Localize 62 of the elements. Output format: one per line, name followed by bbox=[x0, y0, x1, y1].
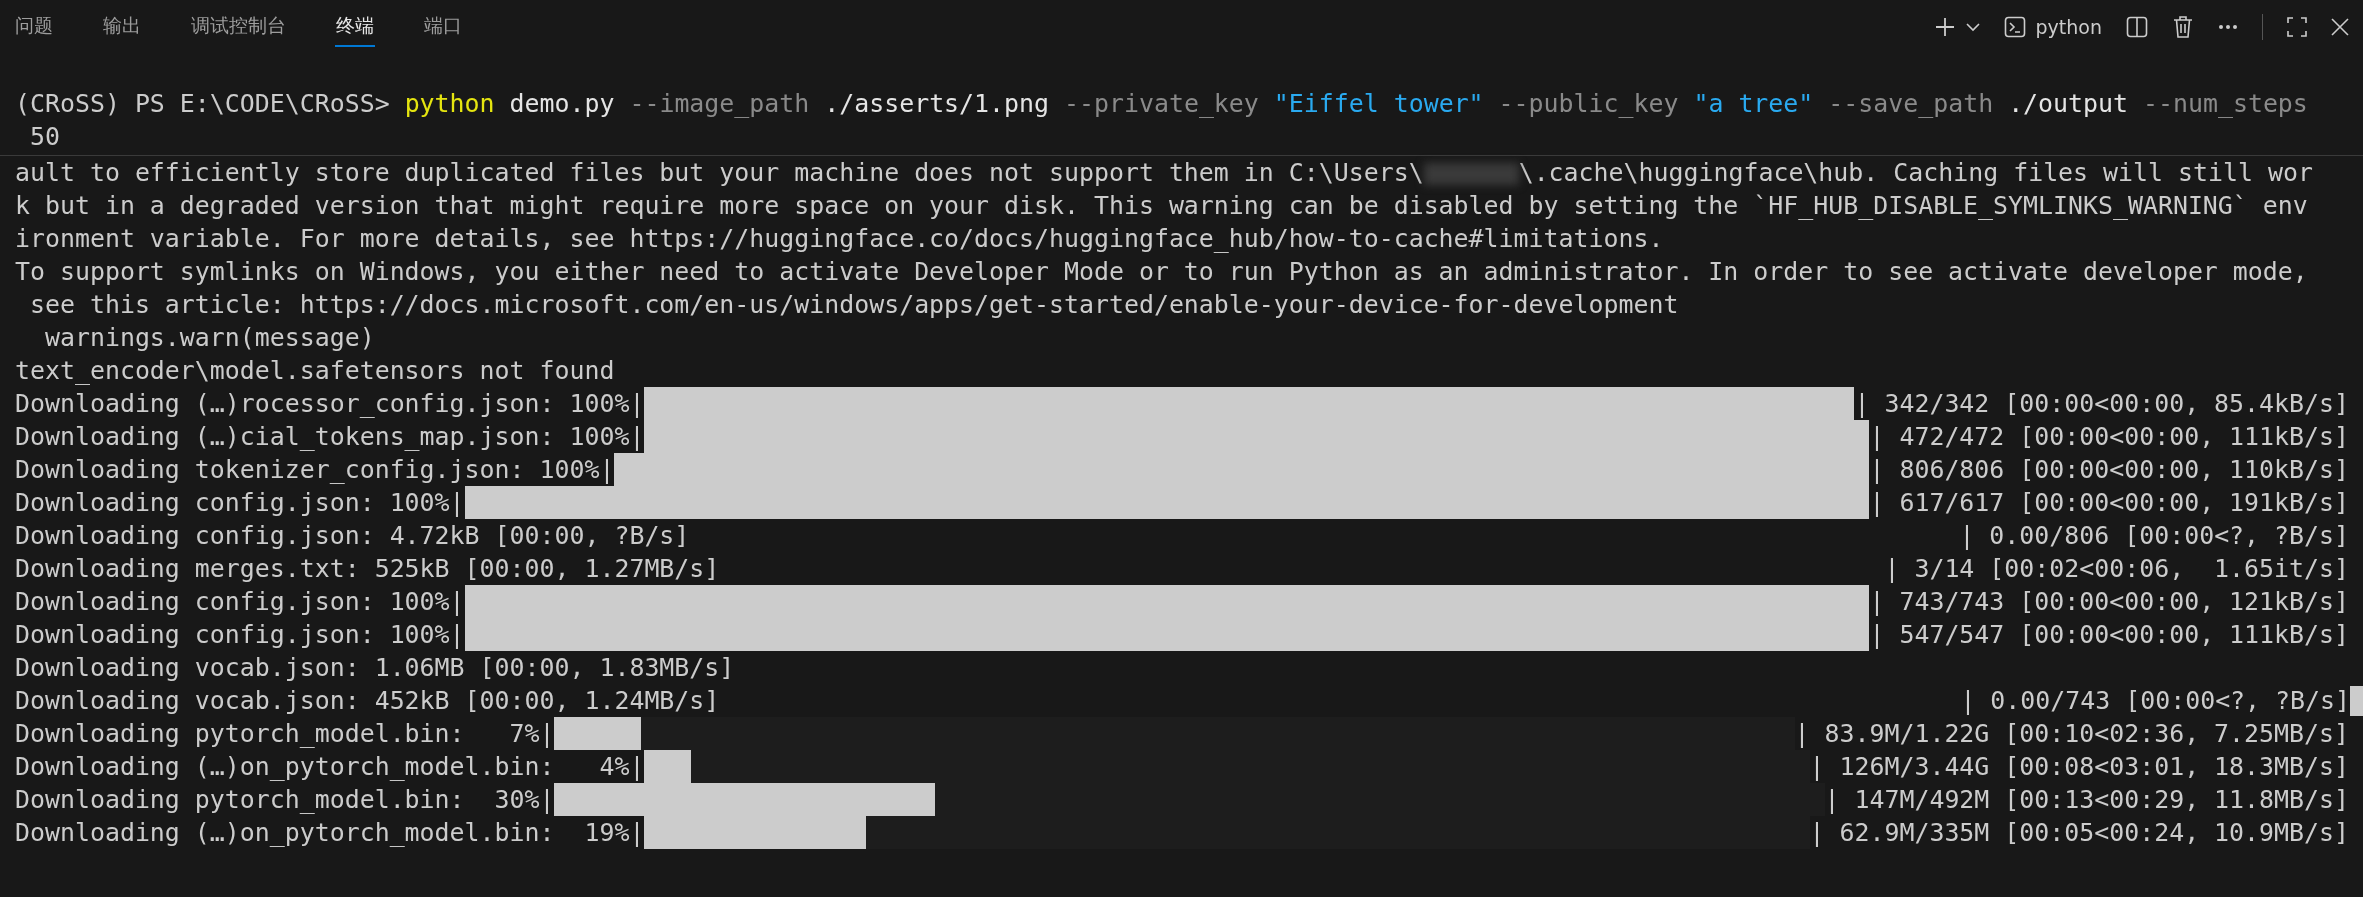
command-token: (CRoSS) PS E:\CODE\CRoSS> bbox=[15, 89, 391, 118]
progress-stats: | 547/547 [00:00<00:00, 111kB/s] bbox=[1869, 619, 2349, 651]
progress-label: Downloading config.json: 4.72kB [00:00, ?B/s] bbox=[15, 520, 690, 552]
progress-label: Downloading vocab.json: 452kB [00:00, 1.24MB/s] bbox=[15, 685, 720, 717]
command-token: python bbox=[404, 89, 495, 118]
progress-stats: | 0.00/806 [00:00<?, ?B/s] bbox=[1959, 520, 2349, 552]
command-token: ./output bbox=[2007, 89, 2129, 118]
panel-tab[interactable]: 终端 bbox=[335, 7, 375, 47]
progress-label: Downloading (…)on_pytorch_model.bin: 19%| bbox=[15, 817, 645, 849]
progress-stats: | 147M/492M [00:13<00:29, 11.8MB/s] bbox=[1824, 784, 2349, 816]
progress-label: Downloading pytorch_model.bin: 7%| bbox=[15, 718, 555, 750]
progress-label: Downloading (…)rocessor_config.json: 100%| bbox=[15, 388, 645, 420]
panel-tab[interactable]: 调试控制台 bbox=[190, 7, 287, 47]
command-token: "a tree" bbox=[1692, 89, 1815, 118]
progress-label: Downloading config.json: 100%| bbox=[15, 619, 465, 651]
close-icon[interactable] bbox=[2331, 18, 2349, 36]
progress-stats: | 342/342 [00:00<00:00, 85.4kB/s] bbox=[1854, 388, 2349, 420]
terminal-line: To support symlinks on Windows, you either need to activate Developer Mode or to run Python as an administrator. In order to see activate developer mode, bbox=[15, 256, 2309, 288]
command-token: --public_key bbox=[1498, 89, 1679, 118]
terminal-line: 50 bbox=[29, 121, 61, 153]
trash-icon[interactable] bbox=[2172, 15, 2194, 39]
progress-stats: | 3/14 [00:02<00:06, 1.65it/s] bbox=[1884, 553, 2349, 585]
command-token: demo.py bbox=[508, 89, 616, 118]
progress-label: Downloading tokenizer_config.json: 100%| bbox=[15, 454, 615, 486]
progress-label: Downloading config.json: 100%| bbox=[15, 586, 465, 618]
progress-stats: | 617/617 [00:00<00:00, 191kB/s] bbox=[1869, 487, 2349, 519]
split-icon[interactable] bbox=[2126, 16, 2148, 38]
terminal-line: warnings.warn(message) bbox=[43, 322, 376, 354]
chevron-down-icon[interactable] bbox=[1965, 22, 1980, 32]
terminal-line: text_encoder\model.safetensors not found bbox=[15, 355, 616, 387]
progress-stats: | 743/743 [00:00<00:00, 121kB/s] bbox=[1869, 586, 2349, 618]
more-icon[interactable] bbox=[2218, 24, 2238, 30]
command-token: --image_path bbox=[629, 89, 810, 118]
progress-stats: | 62.9M/335M [00:05<00:24, 10.9MB/s] bbox=[1809, 817, 2349, 849]
progress-stats: | 0.00/743 [00:00<?, ?B/s] bbox=[1960, 685, 2350, 717]
terminal-profile-button[interactable]: python bbox=[2003, 16, 2102, 38]
command-token: --private_key bbox=[1064, 89, 1259, 118]
progress-label: Downloading (…)cial_tokens_map.json: 100%| bbox=[15, 421, 645, 453]
panel-tab[interactable]: 问题 bbox=[14, 7, 54, 47]
progress-stats: | 83.9M/1.22G [00:10<02:36, 7.25MB/s] bbox=[1794, 718, 2349, 750]
terminal-text: \.cache\huggingface\hub. Caching files will still wor bbox=[1518, 158, 2313, 187]
terminal-text: ault to efficiently store duplicated files but your machine does not support them in C:\Users\ bbox=[15, 158, 1424, 187]
progress-label: Downloading pytorch_model.bin: 30%| bbox=[15, 784, 555, 816]
terminal-line: see this article: https://docs.microsoft.com/en-us/windows/apps/get-started/enable-your-device-for-development bbox=[29, 289, 1680, 321]
command-token: ./asserts/1.png bbox=[823, 89, 1051, 118]
terminal-line: Downloading vocab.json: 1.06MB [00:00, 1.83MB/s] bbox=[15, 652, 736, 684]
terminal-line: ironment variable. For more details, see https://huggingface.co/docs/huggingface_hub/how-to-cache#limitations. bbox=[15, 223, 1665, 255]
maximize-icon[interactable] bbox=[2287, 17, 2307, 37]
progress-stats: | 472/472 [00:00<00:00, 111kB/s] bbox=[1869, 421, 2349, 453]
command-token: "Eiffel tower" bbox=[1272, 89, 1485, 118]
progress-label: Downloading merges.txt: 525kB [00:00, 1.27MB/s] bbox=[15, 553, 720, 585]
terminal-line: k but in a degraded version that might require more space on your disk. This warning can be disabled by setting the `HF_HUB_DISABLE_SYMLINKS_WARNING` env bbox=[15, 190, 2309, 222]
command-token: --num_steps bbox=[2143, 89, 2308, 118]
progress-label: Downloading config.json: 100%| bbox=[15, 487, 465, 519]
command-token: --save_path bbox=[1828, 89, 1994, 118]
terminal-icon bbox=[2003, 16, 2026, 38]
add-icon[interactable] bbox=[1933, 16, 1956, 38]
progress-stats: | 126M/3.44G [00:08<03:01, 18.3MB/s] bbox=[1809, 751, 2349, 783]
panel-tab[interactable]: 端口 bbox=[423, 7, 463, 47]
panel-tab[interactable]: 输出 bbox=[102, 7, 142, 47]
progress-stats: | 806/806 [00:00<00:00, 110kB/s] bbox=[1869, 454, 2349, 486]
progress-label: Downloading (…)on_pytorch_model.bin: 4%| bbox=[15, 751, 645, 783]
